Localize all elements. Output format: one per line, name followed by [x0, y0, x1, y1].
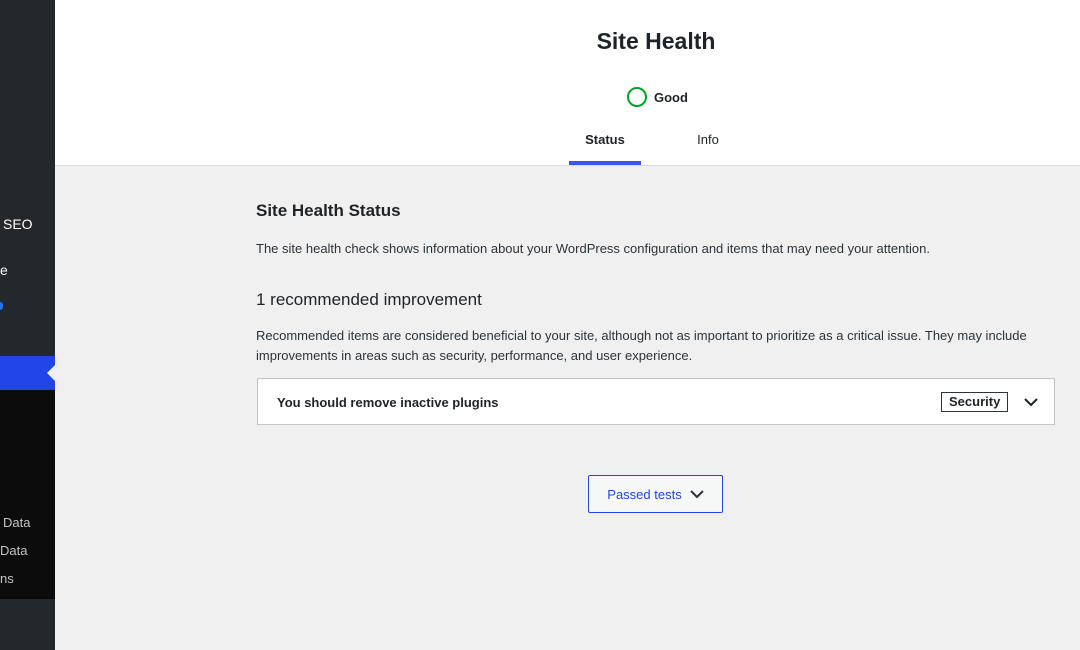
- section-description: The site health check shows information …: [256, 241, 930, 256]
- tab-status[interactable]: Status: [569, 124, 641, 165]
- chevron-down-icon[interactable]: [1022, 393, 1040, 411]
- admin-sidebar: SEO e Data Data ns: [0, 0, 55, 650]
- recommended-description: Recommended items are considered benefic…: [256, 328, 1027, 363]
- health-status: Good: [627, 87, 688, 107]
- status-label: Good: [654, 89, 688, 105]
- sidebar-item-seo[interactable]: SEO: [3, 216, 33, 232]
- page-title: Site Health: [596, 28, 716, 54]
- section-heading: Site Health Status: [256, 201, 401, 220]
- passed-tests-button[interactable]: Passed tests: [588, 475, 723, 513]
- status-circle-icon: [627, 87, 647, 107]
- sidebar-submenu: [0, 390, 55, 599]
- recommended-heading: 1 recommended improvement: [256, 290, 482, 309]
- chevron-down-icon: [690, 490, 704, 499]
- notification-dot: [0, 302, 3, 310]
- category-badge: Security: [941, 392, 1009, 412]
- passed-tests-label: Passed tests: [607, 486, 682, 502]
- page-header: Site Health Good Status Info: [55, 0, 1080, 166]
- sidebar-item-partial[interactable]: e: [0, 262, 8, 278]
- sidebar-subitem-erase-data[interactable]: Data: [0, 543, 27, 558]
- sidebar-subitem-export-data[interactable]: Data: [3, 515, 30, 530]
- current-arrow-icon: [47, 365, 55, 381]
- sidebar-subitem-options[interactable]: ns: [0, 571, 14, 586]
- issue-title: You should remove inactive plugins: [277, 395, 499, 410]
- issue-accordion[interactable]: You should remove inactive plugins Secur…: [257, 378, 1055, 425]
- tab-info[interactable]: Info: [685, 124, 731, 165]
